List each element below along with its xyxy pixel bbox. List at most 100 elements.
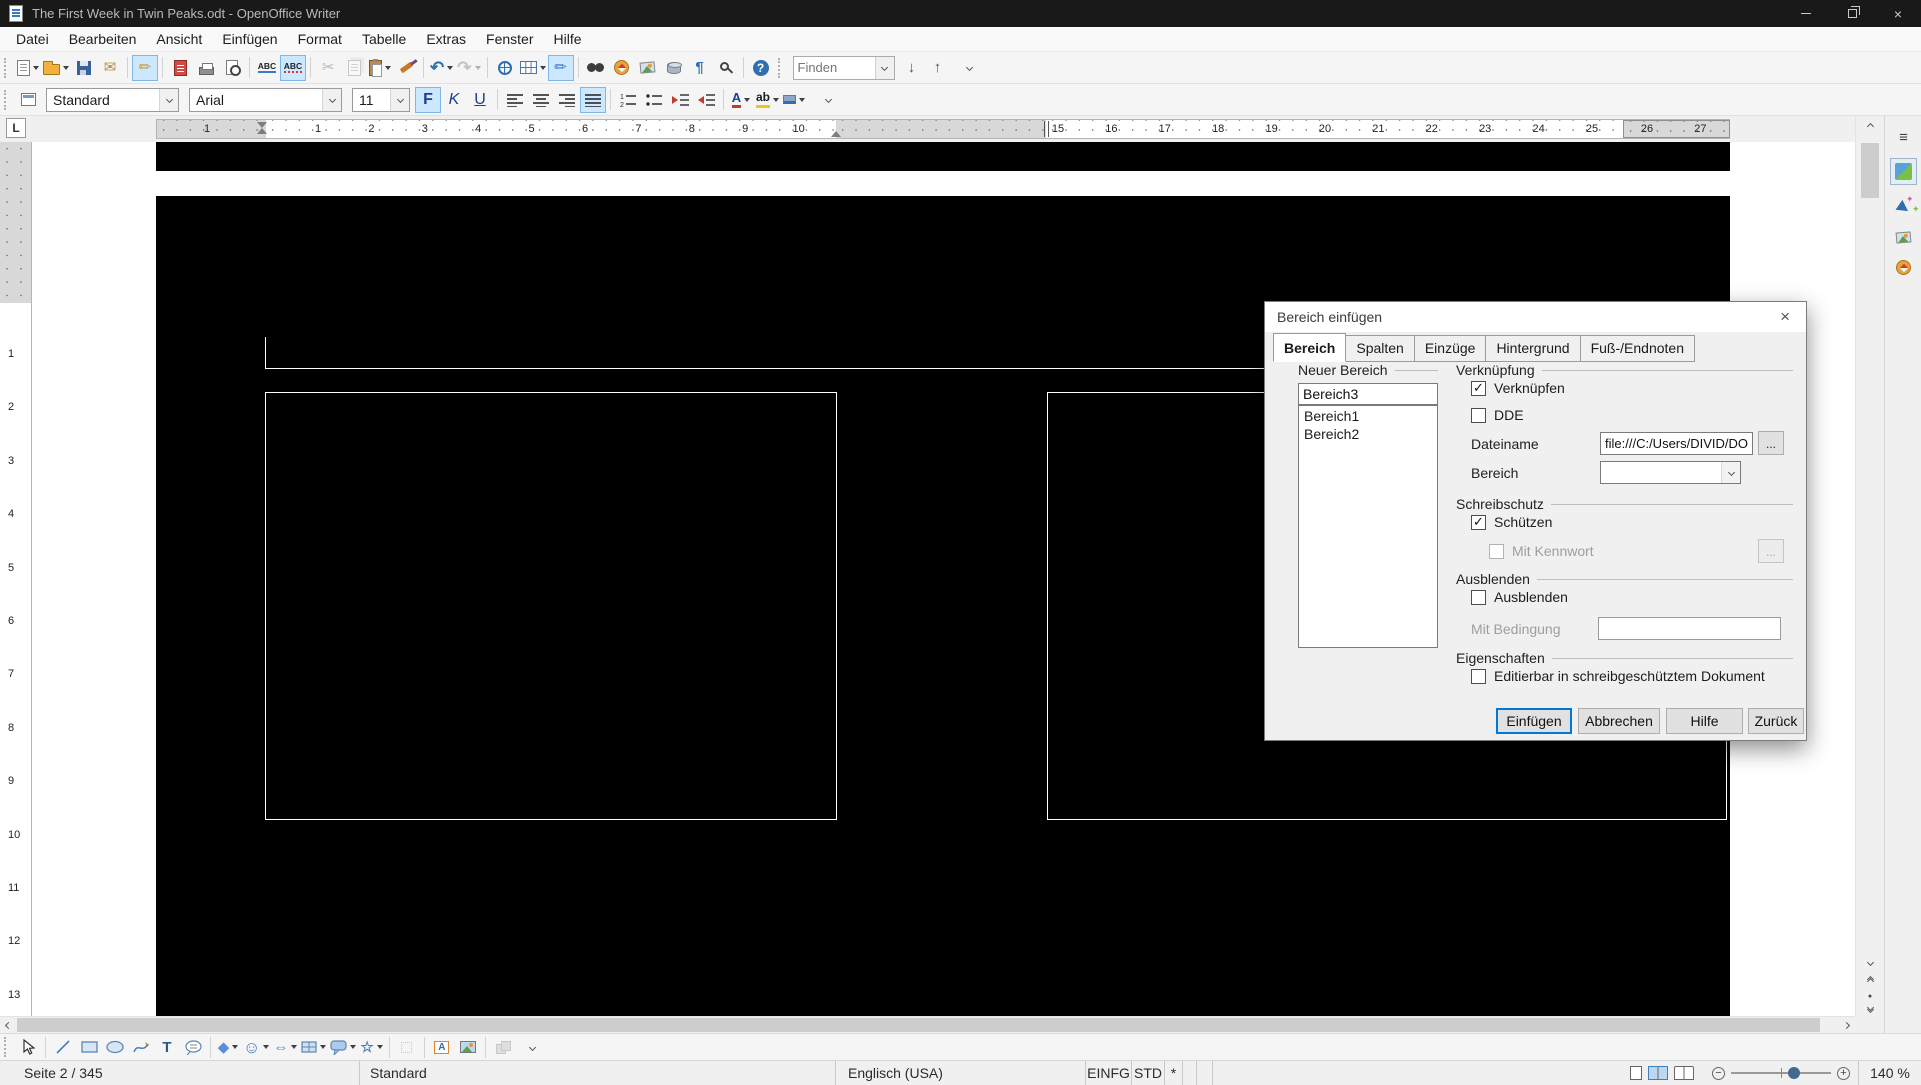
styles-window-button[interactable] xyxy=(15,87,41,113)
dropdown-arrow-icon[interactable] xyxy=(291,1045,297,1049)
undo-button[interactable]: ↶ xyxy=(428,55,455,81)
edit-file-button[interactable]: ✏ xyxy=(132,55,158,81)
menu-hilfe[interactable]: Hilfe xyxy=(543,28,591,50)
flowchart-button[interactable] xyxy=(299,1034,328,1060)
dropdown-arrow-icon[interactable] xyxy=(263,1045,269,1049)
menu-ansicht[interactable]: Ansicht xyxy=(146,28,212,50)
horizontal-scroll-thumb[interactable] xyxy=(17,1018,1820,1032)
status-insert-mode[interactable]: EINFG xyxy=(1086,1061,1132,1085)
auto-spellcheck-button[interactable]: ABC xyxy=(280,55,306,81)
new-document-button[interactable] xyxy=(15,55,41,81)
hide-checkbox[interactable]: Ausblenden xyxy=(1471,589,1568,605)
section-name-field[interactable] xyxy=(1298,383,1438,405)
find-previous-button[interactable]: ↑ xyxy=(925,55,951,81)
vertical-scroll-thumb[interactable] xyxy=(1861,143,1879,198)
paragraph-style-combobox[interactable]: Standard xyxy=(46,88,179,112)
status-selection-mode[interactable]: STD xyxy=(1132,1061,1165,1085)
text-callout-tool-button[interactable] xyxy=(180,1034,206,1060)
v-ruler[interactable]: 12345678910111213 xyxy=(0,142,32,1016)
dropdown-arrow-icon[interactable] xyxy=(232,1045,238,1049)
align-center-button[interactable] xyxy=(528,87,554,113)
dialog-title-bar[interactable]: Bereich einfügen × xyxy=(1265,302,1806,332)
section-list-item[interactable]: Bereich1 xyxy=(1299,407,1437,425)
help-button[interactable]: ? xyxy=(748,55,774,81)
zoom-track[interactable] xyxy=(1731,1072,1831,1074)
dropdown-arrow-icon[interactable] xyxy=(475,66,481,70)
edit-points-button[interactable] xyxy=(394,1034,420,1060)
bold-button[interactable]: F xyxy=(415,87,441,113)
multi-page-view-button[interactable] xyxy=(1648,1066,1668,1080)
sidebar-settings-button[interactable]: ≡ xyxy=(1890,124,1917,151)
fontwork-button[interactable]: A xyxy=(429,1034,455,1060)
menu-fenster[interactable]: Fenster xyxy=(476,28,543,50)
basic-shapes-button[interactable]: ◆ xyxy=(215,1034,241,1060)
bullet-list-button[interactable] xyxy=(641,87,667,113)
insert-table-button[interactable] xyxy=(518,55,548,81)
numbered-list-button[interactable]: 12 xyxy=(615,87,641,113)
tab-fussendnoten[interactable]: Fuß-/Endnoten xyxy=(1581,335,1695,362)
vertical-scrollbar[interactable]: ● xyxy=(1855,116,1884,1016)
sidebar-tab-styles[interactable] xyxy=(1890,192,1917,219)
copy-button[interactable] xyxy=(341,55,367,81)
insert-image-button[interactable] xyxy=(455,1034,481,1060)
page-preview-button[interactable] xyxy=(219,55,245,81)
previous-page-button[interactable] xyxy=(1856,972,1884,989)
extrusion-button[interactable] xyxy=(490,1034,516,1060)
align-right-button[interactable] xyxy=(554,87,580,113)
password-browse-button[interactable]: ... xyxy=(1758,539,1784,563)
page1-bottom[interactable] xyxy=(156,142,1730,171)
tab-stop-selector[interactable]: L xyxy=(6,118,26,138)
zoom-out-button[interactable]: − xyxy=(1712,1067,1725,1080)
dropdown-arrow-icon[interactable] xyxy=(385,66,391,70)
redo-button[interactable]: ↷ xyxy=(455,55,482,81)
status-page[interactable]: Seite 2 / 345 xyxy=(0,1061,360,1085)
callouts-button[interactable] xyxy=(328,1034,358,1060)
highlighting-button[interactable]: ab xyxy=(754,87,781,113)
restore-button[interactable] xyxy=(1829,0,1875,27)
insert-button[interactable]: Einfügen xyxy=(1496,708,1572,734)
section-name-input[interactable] xyxy=(1299,384,1437,404)
increase-indent-button[interactable] xyxy=(693,87,719,113)
filename-input[interactable] xyxy=(1601,433,1752,454)
zoom-thumb[interactable] xyxy=(1788,1067,1800,1079)
combo-dropdown-button[interactable] xyxy=(390,89,409,111)
status-zoom-level[interactable]: 140 % xyxy=(1859,1061,1921,1085)
toolbar-overflow-button[interactable] xyxy=(815,87,841,113)
sidebar-tab-gallery[interactable] xyxy=(1890,224,1917,251)
dropdown-arrow-icon[interactable] xyxy=(33,66,39,70)
find-input[interactable] xyxy=(794,60,875,75)
ellipse-tool-button[interactable] xyxy=(102,1034,128,1060)
print-button[interactable] xyxy=(193,55,219,81)
symbol-shapes-button[interactable]: ☺ xyxy=(241,1034,271,1060)
justify-button[interactable] xyxy=(580,87,606,113)
zoom-slider[interactable]: − + xyxy=(1704,1061,1859,1085)
filename-browse-button[interactable]: ... xyxy=(1758,431,1784,455)
block-arrows-button[interactable]: ⇔ xyxy=(271,1034,299,1060)
column-separator-marker[interactable] xyxy=(1044,121,1049,137)
back-button[interactable]: Zurück xyxy=(1748,708,1804,734)
menu-einfuegen[interactable]: Einfügen xyxy=(212,28,287,50)
rectangle-tool-button[interactable] xyxy=(76,1034,102,1060)
zoom-in-button[interactable]: + xyxy=(1837,1067,1850,1080)
menu-extras[interactable]: Extras xyxy=(416,28,476,50)
minimize-button[interactable] xyxy=(1783,0,1829,27)
menu-datei[interactable]: Datei xyxy=(6,28,59,50)
section-list-item[interactable]: Bereich2 xyxy=(1299,425,1437,443)
tab-spalten[interactable]: Spalten xyxy=(1346,335,1414,362)
stars-button[interactable]: ☆ xyxy=(358,1034,384,1060)
menu-tabelle[interactable]: Tabelle xyxy=(352,28,416,50)
toolbar-drag-handle[interactable] xyxy=(4,90,9,110)
text-box-tool-button[interactable]: T xyxy=(154,1034,180,1060)
menu-format[interactable]: Format xyxy=(288,28,352,50)
dropdown-arrow-icon[interactable] xyxy=(63,66,69,70)
toolbar-drag-handle[interactable] xyxy=(778,58,783,78)
background-color-button[interactable] xyxy=(781,87,807,113)
dropdown-arrow-icon[interactable] xyxy=(773,98,779,102)
font-color-button[interactable]: A xyxy=(728,87,754,113)
editable-checkbox[interactable]: Editierbar in schreibgeschütztem Dokumen… xyxy=(1471,668,1765,684)
data-sources-button[interactable] xyxy=(661,55,687,81)
dialog-close-button[interactable]: × xyxy=(1776,307,1794,327)
underline-button[interactable]: U xyxy=(467,87,493,113)
tab-hintergrund[interactable]: Hintergrund xyxy=(1486,335,1580,362)
tab-bereich[interactable]: Bereich xyxy=(1273,333,1346,362)
